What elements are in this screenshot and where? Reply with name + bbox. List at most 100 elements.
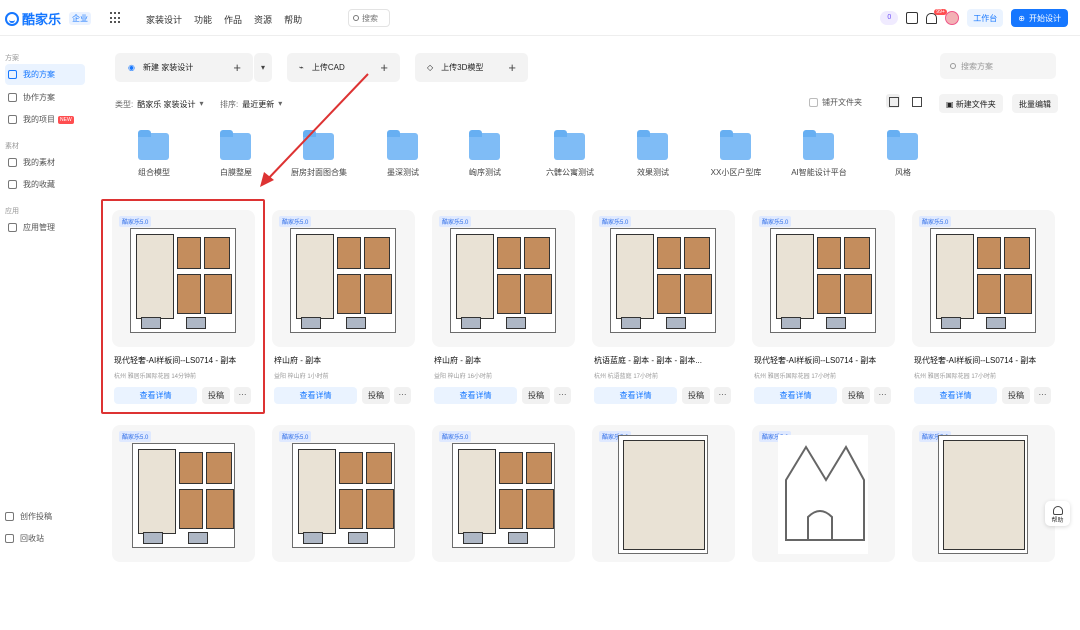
plan-thumbnail[interactable]: 酷家乐5.0 [912, 425, 1055, 562]
nav-resources[interactable]: 资源 [254, 13, 272, 26]
submit-button[interactable]: 投稿 [682, 387, 710, 404]
more-button[interactable]: ··· [1034, 387, 1051, 404]
folder-item[interactable]: AI智能设计平台 [779, 130, 859, 183]
plan-thumbnail[interactable]: 酷家乐5.0 [752, 425, 895, 562]
plan-search-input[interactable]: 搜索方案 [940, 53, 1056, 79]
design-card[interactable]: 酷家乐5.0 [592, 425, 735, 630]
app-grid-icon[interactable] [110, 12, 122, 24]
view-details-button[interactable]: 查看详情 [434, 387, 517, 404]
room-shape [657, 237, 681, 269]
creator-submission-link[interactable]: 创作投稿 [5, 511, 52, 522]
brand[interactable]: 酷家乐 企业 [5, 9, 92, 28]
submit-button[interactable]: 投稿 [1002, 387, 1030, 404]
design-card[interactable]: 酷家乐5.0 [912, 425, 1055, 630]
flatten-folders-checkbox[interactable]: 铺开文件夹 [809, 97, 862, 108]
type-filter[interactable]: 类型: 酷家乐 家装设计 ▾ [115, 99, 203, 110]
list-view-icon[interactable] [909, 94, 923, 108]
new-folder-button[interactable]: ▣ 新建文件夹 [939, 94, 1003, 113]
nav-features[interactable]: 功能 [194, 13, 212, 26]
room-shape [943, 440, 1025, 550]
folder-item[interactable]: 组合模型 [114, 130, 194, 183]
design-card[interactable]: 酷家乐5.0 [272, 425, 415, 630]
coin-counter[interactable]: 0 [880, 11, 899, 25]
card-title[interactable]: 杭语蓝庭 - 副本 - 副本 - 副本... [594, 355, 732, 366]
start-design-button[interactable]: ⊕ 开始设计 [1011, 9, 1068, 27]
view-details-button[interactable]: 查看详情 [274, 387, 357, 404]
new-design-dropdown[interactable]: ▾ [254, 53, 272, 82]
nav-works[interactable]: 作品 [224, 13, 242, 26]
sidebar-item-my-plans[interactable]: 我的方案 [5, 64, 85, 85]
user-icon [5, 512, 14, 521]
folder-item[interactable]: XX小区户型库 [696, 130, 776, 183]
card-title[interactable]: 现代轻奢-AI样板间--LS0714 - 副本 [754, 355, 892, 366]
card-title[interactable]: 梓山府 - 副本 [274, 355, 412, 366]
design-card[interactable]: 酷家乐5.0 梓山府 - 副本 益阳 梓山府 1小时前 查看详情 投稿 ··· [272, 210, 415, 415]
design-card[interactable]: 酷家乐5.0 [752, 425, 895, 630]
room-shape [499, 452, 523, 484]
recycle-bin-link[interactable]: 回收站 [5, 533, 44, 544]
folder-item[interactable]: 墨深测试 [363, 130, 443, 183]
top-search-button[interactable]: 搜索 [348, 9, 390, 27]
view-details-button[interactable]: 查看详情 [594, 387, 677, 404]
folder-item[interactable]: 峋序测试 [445, 130, 525, 183]
design-card[interactable]: 酷家乐5.0 现代轻奢-AI样板间--LS0714 - 副本 杭州 雅居乐国际花园 … [912, 210, 1055, 415]
sidebar-item-app-management[interactable]: 应用管理 [5, 217, 85, 238]
upload-cad-button[interactable]: ⌁ 上传CAD + [287, 53, 400, 82]
folder-item[interactable]: 六髀公寓测试 [530, 130, 610, 183]
folder-icon [554, 130, 585, 160]
grid-view-icon[interactable] [886, 94, 900, 108]
card-title[interactable]: 现代轻奢-AI样板间--LS0714 - 副本 [914, 355, 1052, 366]
folder-item[interactable]: 风格 [863, 130, 943, 183]
nav-help[interactable]: 帮助 [284, 13, 302, 26]
plan-thumbnail[interactable]: 酷家乐5.0 [272, 425, 415, 562]
design-card[interactable]: 酷家乐5.0 现代轻奢-AI样板间--LS0714 - 副本 杭州 雅居乐国际花园 … [752, 210, 895, 415]
plan-thumbnail[interactable]: 酷家乐5.0 [272, 210, 415, 347]
plan-thumbnail[interactable]: 酷家乐5.0 [752, 210, 895, 347]
room-shape [623, 440, 705, 550]
sidebar-item-favorites[interactable]: 我的收藏 [5, 174, 85, 195]
sidebar-item-my-projects[interactable]: 我的项目 NEW [5, 109, 85, 130]
sidebar-item-my-materials[interactable]: 我的素材 [5, 152, 85, 173]
plan-thumbnail[interactable]: 酷家乐5.0 [432, 210, 575, 347]
search-icon [353, 15, 359, 21]
batch-edit-button[interactable]: 批量编辑 [1012, 94, 1058, 113]
folder-item[interactable]: 白膜整屋 [196, 130, 276, 183]
card-title[interactable]: 梓山府 - 副本 [434, 355, 572, 366]
plan-thumbnail[interactable]: 酷家乐5.0 [112, 425, 255, 562]
plan-thumbnail[interactable]: 酷家乐5.0 [592, 210, 735, 347]
floor-plan-drawing [770, 228, 876, 333]
nav-home-design[interactable]: 家装设计 [146, 13, 182, 26]
avatar[interactable] [945, 11, 960, 25]
start-design-plus-icon: ⊕ [1018, 13, 1025, 23]
folder-item[interactable]: 厨房封面图合集 [279, 130, 359, 183]
design-card[interactable]: 酷家乐5.0 杭语蓝庭 - 副本 - 副本 - 副本... 杭州 杭语蓝庭 17小时… [592, 210, 735, 415]
enterprise-badge[interactable]: 企业 [69, 12, 92, 25]
folder-item[interactable]: 效果测试 [613, 130, 693, 183]
plan-thumbnail[interactable]: 酷家乐5.0 [432, 425, 575, 562]
room-shape [346, 317, 366, 329]
submit-button[interactable]: 投稿 [842, 387, 870, 404]
sort-filter[interactable]: 排序: 最近更新 ▾ [220, 99, 282, 110]
upload-3d-button[interactable]: ◇ 上传3D模型 + [415, 53, 528, 82]
design-card[interactable]: 酷家乐5.0 [432, 425, 575, 630]
view-details-button[interactable]: 查看详情 [914, 387, 997, 404]
sidebar: 方案 我的方案 协作方案 我的项目 NEW 素材 我的素材 我的收藏 应用 应用管… [0, 36, 95, 548]
plan-thumbnail[interactable]: 酷家乐5.0 [592, 425, 735, 562]
workbench-button[interactable]: 工作台 [967, 9, 1004, 27]
sidebar-item-collab-plans[interactable]: 协作方案 [5, 87, 85, 108]
help-button[interactable]: 帮助 [1045, 501, 1070, 526]
room-shape [364, 274, 392, 314]
plan-thumbnail[interactable]: 酷家乐5.0 [912, 210, 1055, 347]
view-details-button[interactable]: 查看详情 [754, 387, 837, 404]
design-card[interactable]: 酷家乐5.0 [112, 425, 255, 630]
more-button[interactable]: ··· [714, 387, 731, 404]
more-button[interactable]: ··· [554, 387, 571, 404]
submit-button[interactable]: 投稿 [522, 387, 550, 404]
notification-bell-icon[interactable]: 99+ [926, 8, 947, 24]
submit-button[interactable]: 投稿 [362, 387, 390, 404]
new-design-button[interactable]: ◉ 新建 家装设计 + [115, 53, 253, 82]
more-button[interactable]: ··· [394, 387, 411, 404]
download-icon[interactable] [906, 12, 919, 24]
design-card[interactable]: 酷家乐5.0 梓山府 - 副本 益阳 梓山府 16小时前 查看详情 投稿 ··· [432, 210, 575, 415]
more-button[interactable]: ··· [874, 387, 891, 404]
